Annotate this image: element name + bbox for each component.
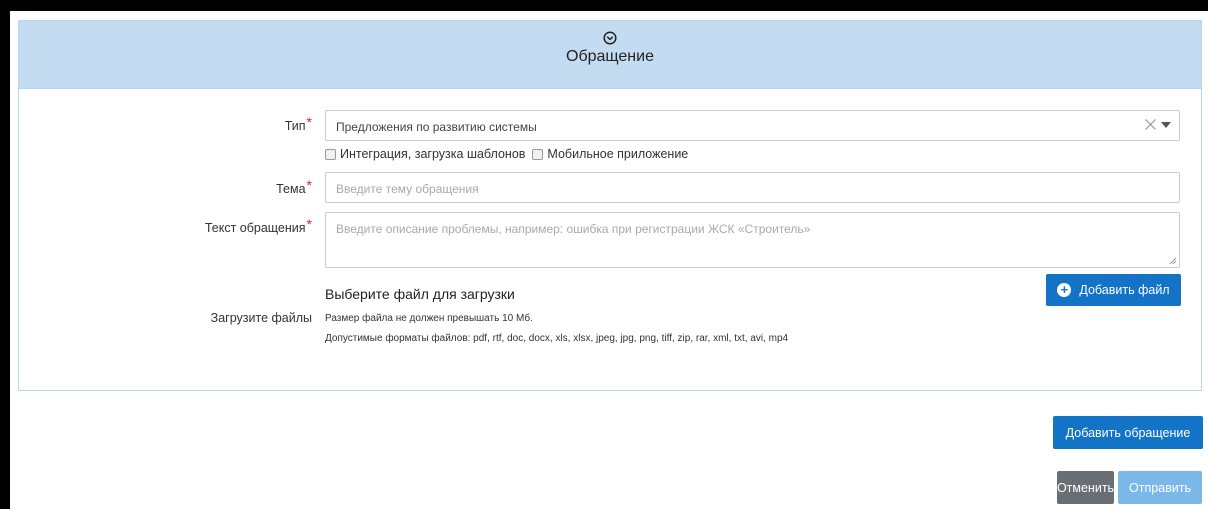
resize-handle-icon[interactable] xyxy=(1169,257,1177,265)
type-select[interactable]: Предложения по развитию системы xyxy=(325,110,1180,141)
add-request-button[interactable]: Добавить обращение xyxy=(1053,416,1203,449)
submit-button-label: Отправить xyxy=(1129,480,1191,495)
cancel-button[interactable]: Отменить xyxy=(1057,471,1114,504)
plus-circle-icon: + xyxy=(1057,283,1072,297)
submit-button[interactable]: Отправить xyxy=(1118,471,1202,504)
mobile-app-checkbox-label[interactable]: Мобильное приложение xyxy=(547,147,688,161)
cancel-button-label: Отменить xyxy=(1056,480,1115,495)
checkbox-group: Интеграция, загрузка шаблонов Мобильное … xyxy=(325,147,695,161)
topic-input[interactable]: Введите тему обращения xyxy=(325,172,1180,203)
integration-checkbox[interactable] xyxy=(325,148,336,160)
panel-header[interactable]: Обращение xyxy=(19,21,1201,89)
upload-title: Выберите файл для загрузки xyxy=(325,286,515,302)
dropdown-arrow-icon[interactable] xyxy=(1161,121,1171,129)
mobile-app-checkbox[interactable] xyxy=(532,148,544,160)
topic-label-text: Тема xyxy=(276,182,306,196)
required-mark: * xyxy=(306,177,312,193)
integration-checkbox-label[interactable]: Интеграция, загрузка шаблонов xyxy=(340,147,525,161)
window-top-border xyxy=(0,0,1208,11)
type-select-value: Предложения по развитию системы xyxy=(336,120,537,134)
upload-formats-note: Допустимые форматы файлов: pdf, rtf, doc… xyxy=(325,333,789,344)
upload-size-note: Размер файла не должен превышать 10 Мб. xyxy=(325,313,533,324)
window-left-border xyxy=(0,0,10,509)
text-textarea-placeholder: Введите описание проблемы, например: оши… xyxy=(336,222,811,236)
required-mark: * xyxy=(306,114,312,130)
add-request-button-label: Добавить обращение xyxy=(1065,425,1191,440)
required-mark: * xyxy=(306,216,312,232)
text-label-text: Текст обращения xyxy=(204,221,306,235)
clear-icon[interactable] xyxy=(1144,118,1157,131)
collapse-chevron-icon[interactable] xyxy=(603,31,617,45)
text-textarea[interactable]: Введите описание проблемы, например: оши… xyxy=(325,212,1180,268)
add-file-button-label: Добавить файл xyxy=(1079,283,1170,297)
upload-label-text: Загрузите файлы xyxy=(210,311,312,325)
topic-input-placeholder: Введите тему обращения xyxy=(336,182,479,196)
add-file-button[interactable]: + Добавить файл xyxy=(1046,274,1181,306)
panel-title: Обращение xyxy=(566,48,654,65)
type-label-text: Тип xyxy=(284,119,306,133)
